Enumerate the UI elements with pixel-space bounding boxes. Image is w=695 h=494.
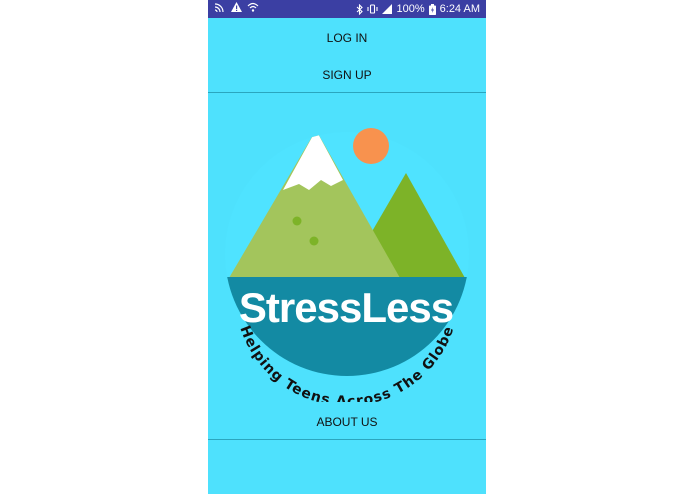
mountain-dot	[309, 236, 319, 246]
divider	[208, 92, 486, 93]
wifi-calling-icon	[247, 2, 259, 12]
about-us-button[interactable]: ABOUT US	[208, 415, 486, 429]
mountain-dot	[292, 216, 302, 226]
status-bar: 100% 6:24 AM	[208, 0, 486, 18]
status-right-icons: 100% 6:24 AM	[356, 2, 480, 16]
logo-title: StressLess	[239, 284, 453, 331]
status-time: 6:24 AM	[439, 3, 480, 15]
battery-charging-icon	[428, 3, 436, 15]
sun	[353, 128, 389, 164]
cast-icon	[214, 2, 226, 12]
warning-icon	[231, 2, 242, 12]
divider	[208, 439, 486, 440]
status-left-icons	[214, 2, 259, 12]
login-button[interactable]: LOG IN	[208, 31, 486, 45]
battery-percentage: 100%	[396, 3, 425, 15]
signup-button[interactable]: SIGN UP	[208, 68, 486, 82]
vibrate-icon	[366, 4, 378, 14]
phone-screen: 100% 6:24 AM LOG IN SIGN UP StressLess H…	[208, 0, 486, 494]
stressless-logo: StressLess Helping Teens Across The Glob…	[225, 128, 469, 402]
signal-icon	[381, 4, 393, 14]
bluetooth-icon	[356, 3, 363, 15]
